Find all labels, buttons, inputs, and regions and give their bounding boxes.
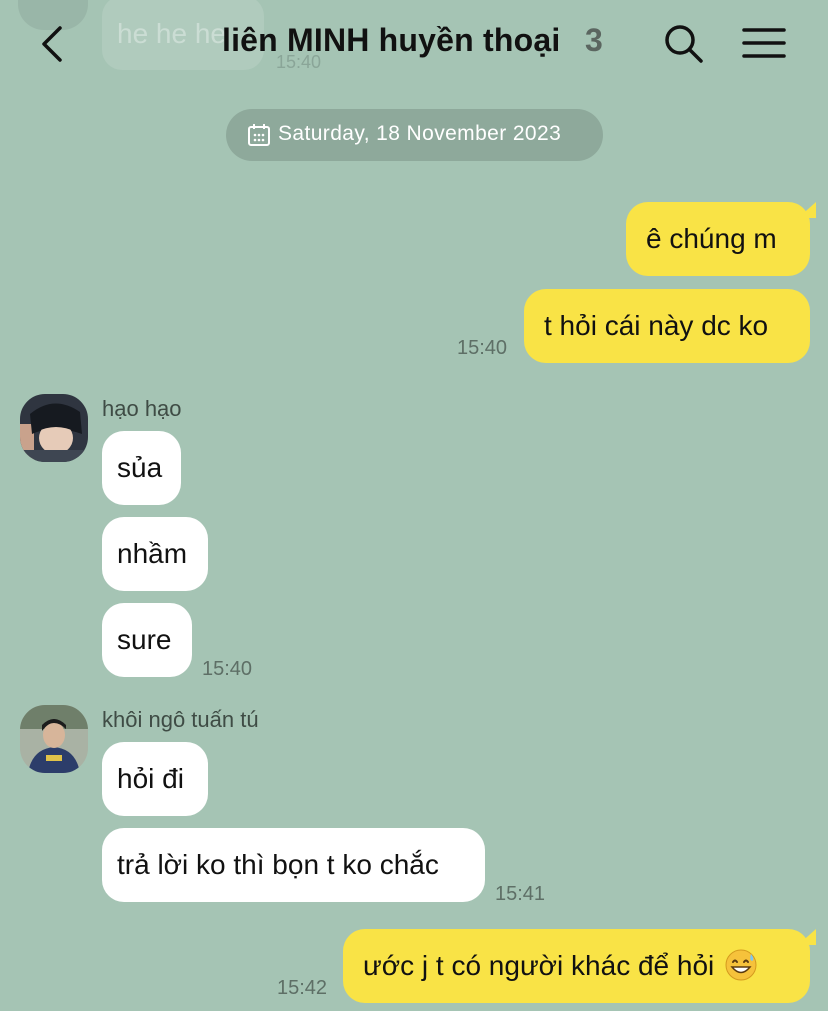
message-time: 15:41 (495, 883, 546, 905)
message-bubble-incoming[interactable]: nhầm (102, 517, 208, 591)
search-button[interactable] (660, 20, 708, 68)
search-icon (665, 25, 703, 63)
message-time: 15:40 (457, 337, 508, 359)
message-bubble-incoming[interactable]: sure (102, 603, 192, 677)
message-bubble-outgoing[interactable]: t hỏi cái này dc ko (524, 289, 810, 363)
message-time: 15:42 (277, 977, 328, 999)
message-text: sure (117, 624, 172, 655)
message-bubble-incoming[interactable]: sủa (102, 431, 181, 505)
date-divider-text: Saturday, 18 November 2023 (278, 122, 562, 145)
member-count: 3 (585, 22, 603, 58)
chevron-left-icon (42, 26, 62, 62)
date-divider: Saturday, 18 November 2023 (226, 109, 603, 161)
message-bubble-outgoing[interactable]: ê chúng m (626, 202, 810, 276)
chat-title: liên MINH huyền thoại (222, 22, 561, 58)
message-text: trả lời ko thì bọn t ko chắc (117, 849, 439, 880)
back-button[interactable] (34, 22, 74, 66)
sender-name: hạo hạo (102, 396, 182, 421)
previous-message-text: he he he (117, 18, 226, 49)
menu-icon (742, 28, 786, 58)
avatar-khoi-ngo-tuan-tu[interactable] (20, 705, 88, 773)
message-text: ê chúng m (646, 223, 777, 254)
avatar-hao-hao[interactable] (20, 394, 88, 462)
message-time: 15:40 (202, 658, 253, 680)
message-text: sủa (117, 452, 163, 483)
grinning-face-with-sweat-icon (725, 949, 757, 981)
message-text: ước j t có người khác để hỏi (363, 950, 715, 981)
menu-button[interactable] (738, 22, 790, 66)
message-text: nhầm (117, 538, 188, 569)
message-bubble-incoming[interactable]: trả lời ko thì bọn t ko chắc (102, 828, 485, 902)
message-text: hỏi đi (117, 763, 184, 794)
message-bubble-incoming[interactable]: hỏi đi (102, 742, 208, 816)
calendar-icon (248, 124, 270, 146)
avatar-photo (20, 705, 88, 773)
sender-name: khôi ngô tuấn tú (102, 707, 259, 732)
message-text: t hỏi cái này dc ko (544, 310, 769, 341)
message-bubble-outgoing[interactable]: ước j t có người khác để hỏi (343, 929, 810, 1003)
avatar-photo (20, 394, 88, 462)
